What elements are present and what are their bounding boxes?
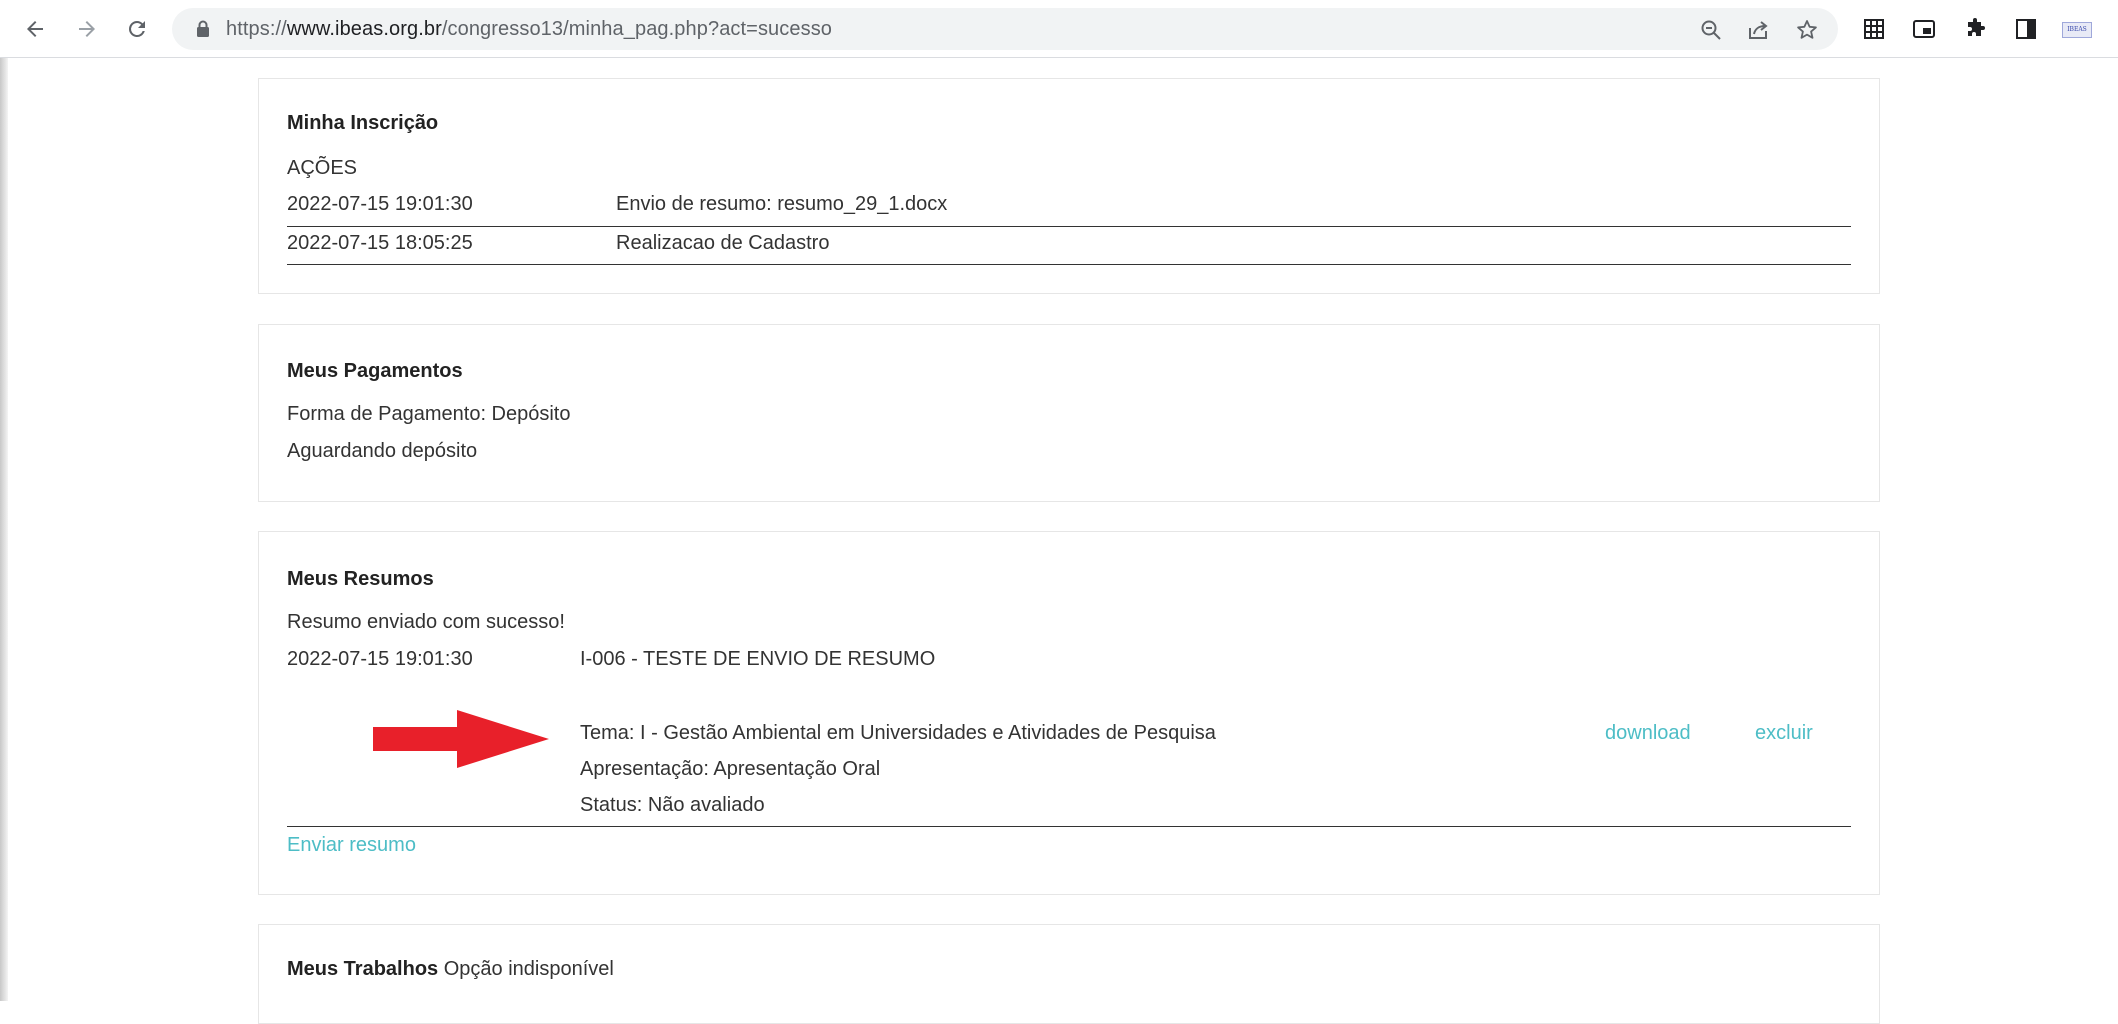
address-bar[interactable]: https://www.ibeas.org.br/congresso13/min… xyxy=(172,8,1838,50)
url-scheme: https:// xyxy=(226,18,287,40)
row-divider xyxy=(287,226,1851,227)
trabalhos-panel: Meus Trabalhos Opção indisponível xyxy=(258,924,1880,1024)
pagamento-status: Aguardando depósito xyxy=(287,440,478,462)
side-panel-icon[interactable] xyxy=(2012,15,2040,43)
resumo-date: 2022-07-15 19:01:30 xyxy=(287,648,473,670)
url-path: /congresso13/minha_pag.php?act=sucesso xyxy=(441,18,833,40)
resumo-divider xyxy=(287,826,1851,827)
inscricao-title: Minha Inscrição xyxy=(287,112,439,134)
resumo-status: Status: Não avaliado xyxy=(580,794,765,816)
bookmark-star-icon[interactable] xyxy=(1794,17,1820,43)
resumo-title: I-006 - TESTE DE ENVIO DE RESUMO xyxy=(580,648,936,670)
url-text[interactable]: https://www.ibeas.org.br/congresso13/min… xyxy=(226,18,832,41)
resumo-apresentacao: Apresentação: Apresentação Oral xyxy=(580,758,881,780)
url-host: www.ibeas.org.br xyxy=(286,18,442,40)
profile-avatar[interactable]: IBEAS xyxy=(2062,22,2092,38)
pagamentos-title: Meus Pagamentos xyxy=(287,360,463,382)
resumo-success-message: Resumo enviado com sucesso! xyxy=(287,611,565,633)
red-annotation-arrow-icon xyxy=(373,710,549,768)
window-edge-shadow xyxy=(0,58,8,1001)
excluir-link[interactable]: excluir xyxy=(1755,722,1813,745)
reload-icon[interactable] xyxy=(120,12,154,46)
inscricao-panel: Minha Inscrição AÇÕES 2022-07-15 19:01:3… xyxy=(258,78,1880,294)
forma-pagamento: Forma de Pagamento: Depósito xyxy=(287,403,571,425)
download-link[interactable]: download xyxy=(1605,722,1691,745)
back-icon[interactable] xyxy=(18,12,52,46)
extensions-puzzle-icon[interactable] xyxy=(1962,15,1990,43)
inscricao-row-2-date: 2022-07-15 18:05:25 xyxy=(287,232,473,254)
inscricao-row-1-action: Envio de resumo: resumo_29_1.docx xyxy=(616,193,948,215)
lock-icon[interactable] xyxy=(196,20,210,43)
trabalhos-title: Meus Trabalhos xyxy=(287,958,439,980)
pagamentos-panel: Meus Pagamentos Forma de Pagamento: Depó… xyxy=(258,324,1880,502)
zoom-icon[interactable] xyxy=(1698,17,1724,43)
trabalhos-status: Opção indisponível xyxy=(443,958,614,980)
resumos-title: Meus Resumos xyxy=(287,568,434,590)
forward-icon[interactable] xyxy=(70,12,104,46)
share-icon[interactable] xyxy=(1745,17,1771,43)
acoes-label: AÇÕES xyxy=(287,157,358,179)
trabalhos-line: Meus Trabalhos Opção indisponível xyxy=(287,958,614,981)
grid-extension-icon[interactable] xyxy=(1860,15,1888,43)
picture-in-picture-icon[interactable] xyxy=(1910,15,1938,43)
enviar-resumo-link[interactable]: Enviar resumo xyxy=(287,834,416,857)
browser-toolbar: https://www.ibeas.org.br/congresso13/min… xyxy=(0,0,2118,58)
inscricao-row-1-date: 2022-07-15 19:01:30 xyxy=(287,193,473,215)
inscricao-row-2-action: Realizacao de Cadastro xyxy=(616,232,830,254)
resumo-tema: Tema: I - Gestão Ambiental em Universida… xyxy=(580,722,1216,744)
row-divider xyxy=(287,264,1851,265)
